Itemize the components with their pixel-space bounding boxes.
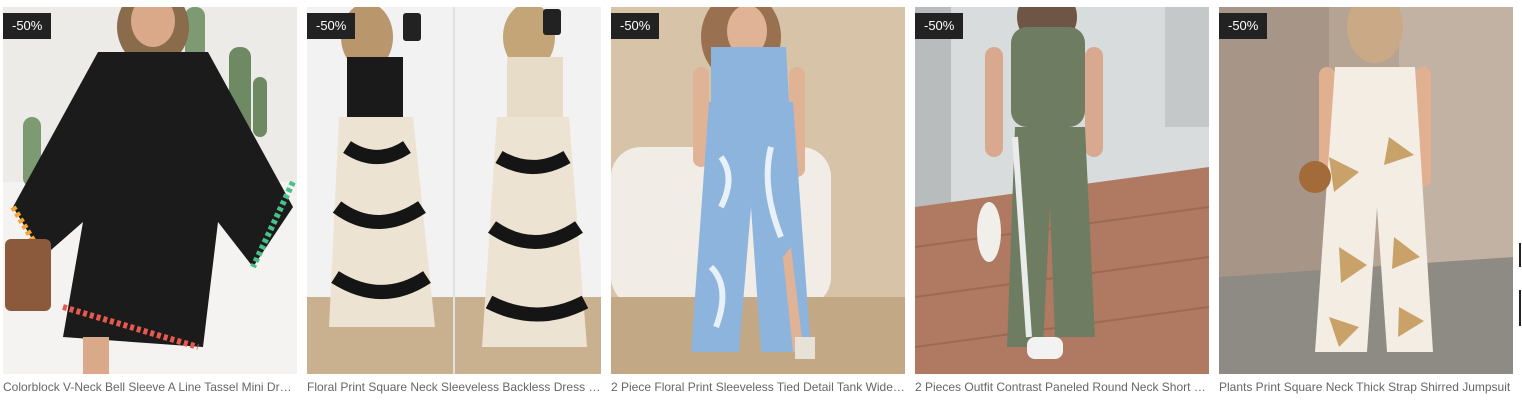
product-title[interactable]: Plants Print Square Neck Thick Strap Shi… bbox=[1219, 380, 1513, 394]
discount-badge: -50% bbox=[915, 13, 964, 39]
product-card[interactable]: -50% 2 Piece Floral Print Sleeveless Tie… bbox=[611, 7, 905, 394]
product-title[interactable]: 2 Pieces Outfit Contrast Paneled Round N… bbox=[915, 380, 1209, 394]
product-card[interactable]: -50% 2 Pieces Outfit Contrast Paneled Ro… bbox=[915, 7, 1209, 394]
product-image[interactable]: -50% bbox=[307, 7, 601, 374]
product-title[interactable]: Floral Print Square Neck Sleeveless Back… bbox=[307, 380, 601, 394]
discount-badge: -50% bbox=[1219, 13, 1268, 39]
product-title[interactable]: 2 Piece Floral Print Sleeveless Tied Det… bbox=[611, 380, 905, 394]
product-image[interactable]: -50% bbox=[1219, 7, 1513, 374]
scroll-track-mark bbox=[1519, 290, 1521, 326]
discount-badge: -50% bbox=[307, 13, 356, 39]
product-card[interactable]: -50% Plants Print Square Neck Thick Stra… bbox=[1219, 7, 1513, 394]
product-card[interactable]: -50% Floral Print Square Neck Sleeveless… bbox=[307, 7, 601, 394]
discount-badge: -50% bbox=[3, 13, 52, 39]
product-image[interactable]: -50% bbox=[611, 7, 905, 374]
product-card[interactable]: -50% Colorblock V-Neck Bell Sleeve A Lin… bbox=[3, 7, 297, 394]
scroll-track-mark bbox=[1519, 243, 1521, 267]
product-grid-row: -50% Colorblock V-Neck Bell Sleeve A Lin… bbox=[3, 7, 1513, 394]
product-image[interactable]: -50% bbox=[915, 7, 1209, 374]
product-image[interactable]: -50% bbox=[3, 7, 297, 374]
product-title[interactable]: Colorblock V-Neck Bell Sleeve A Line Tas… bbox=[3, 380, 297, 394]
discount-badge: -50% bbox=[611, 13, 660, 39]
